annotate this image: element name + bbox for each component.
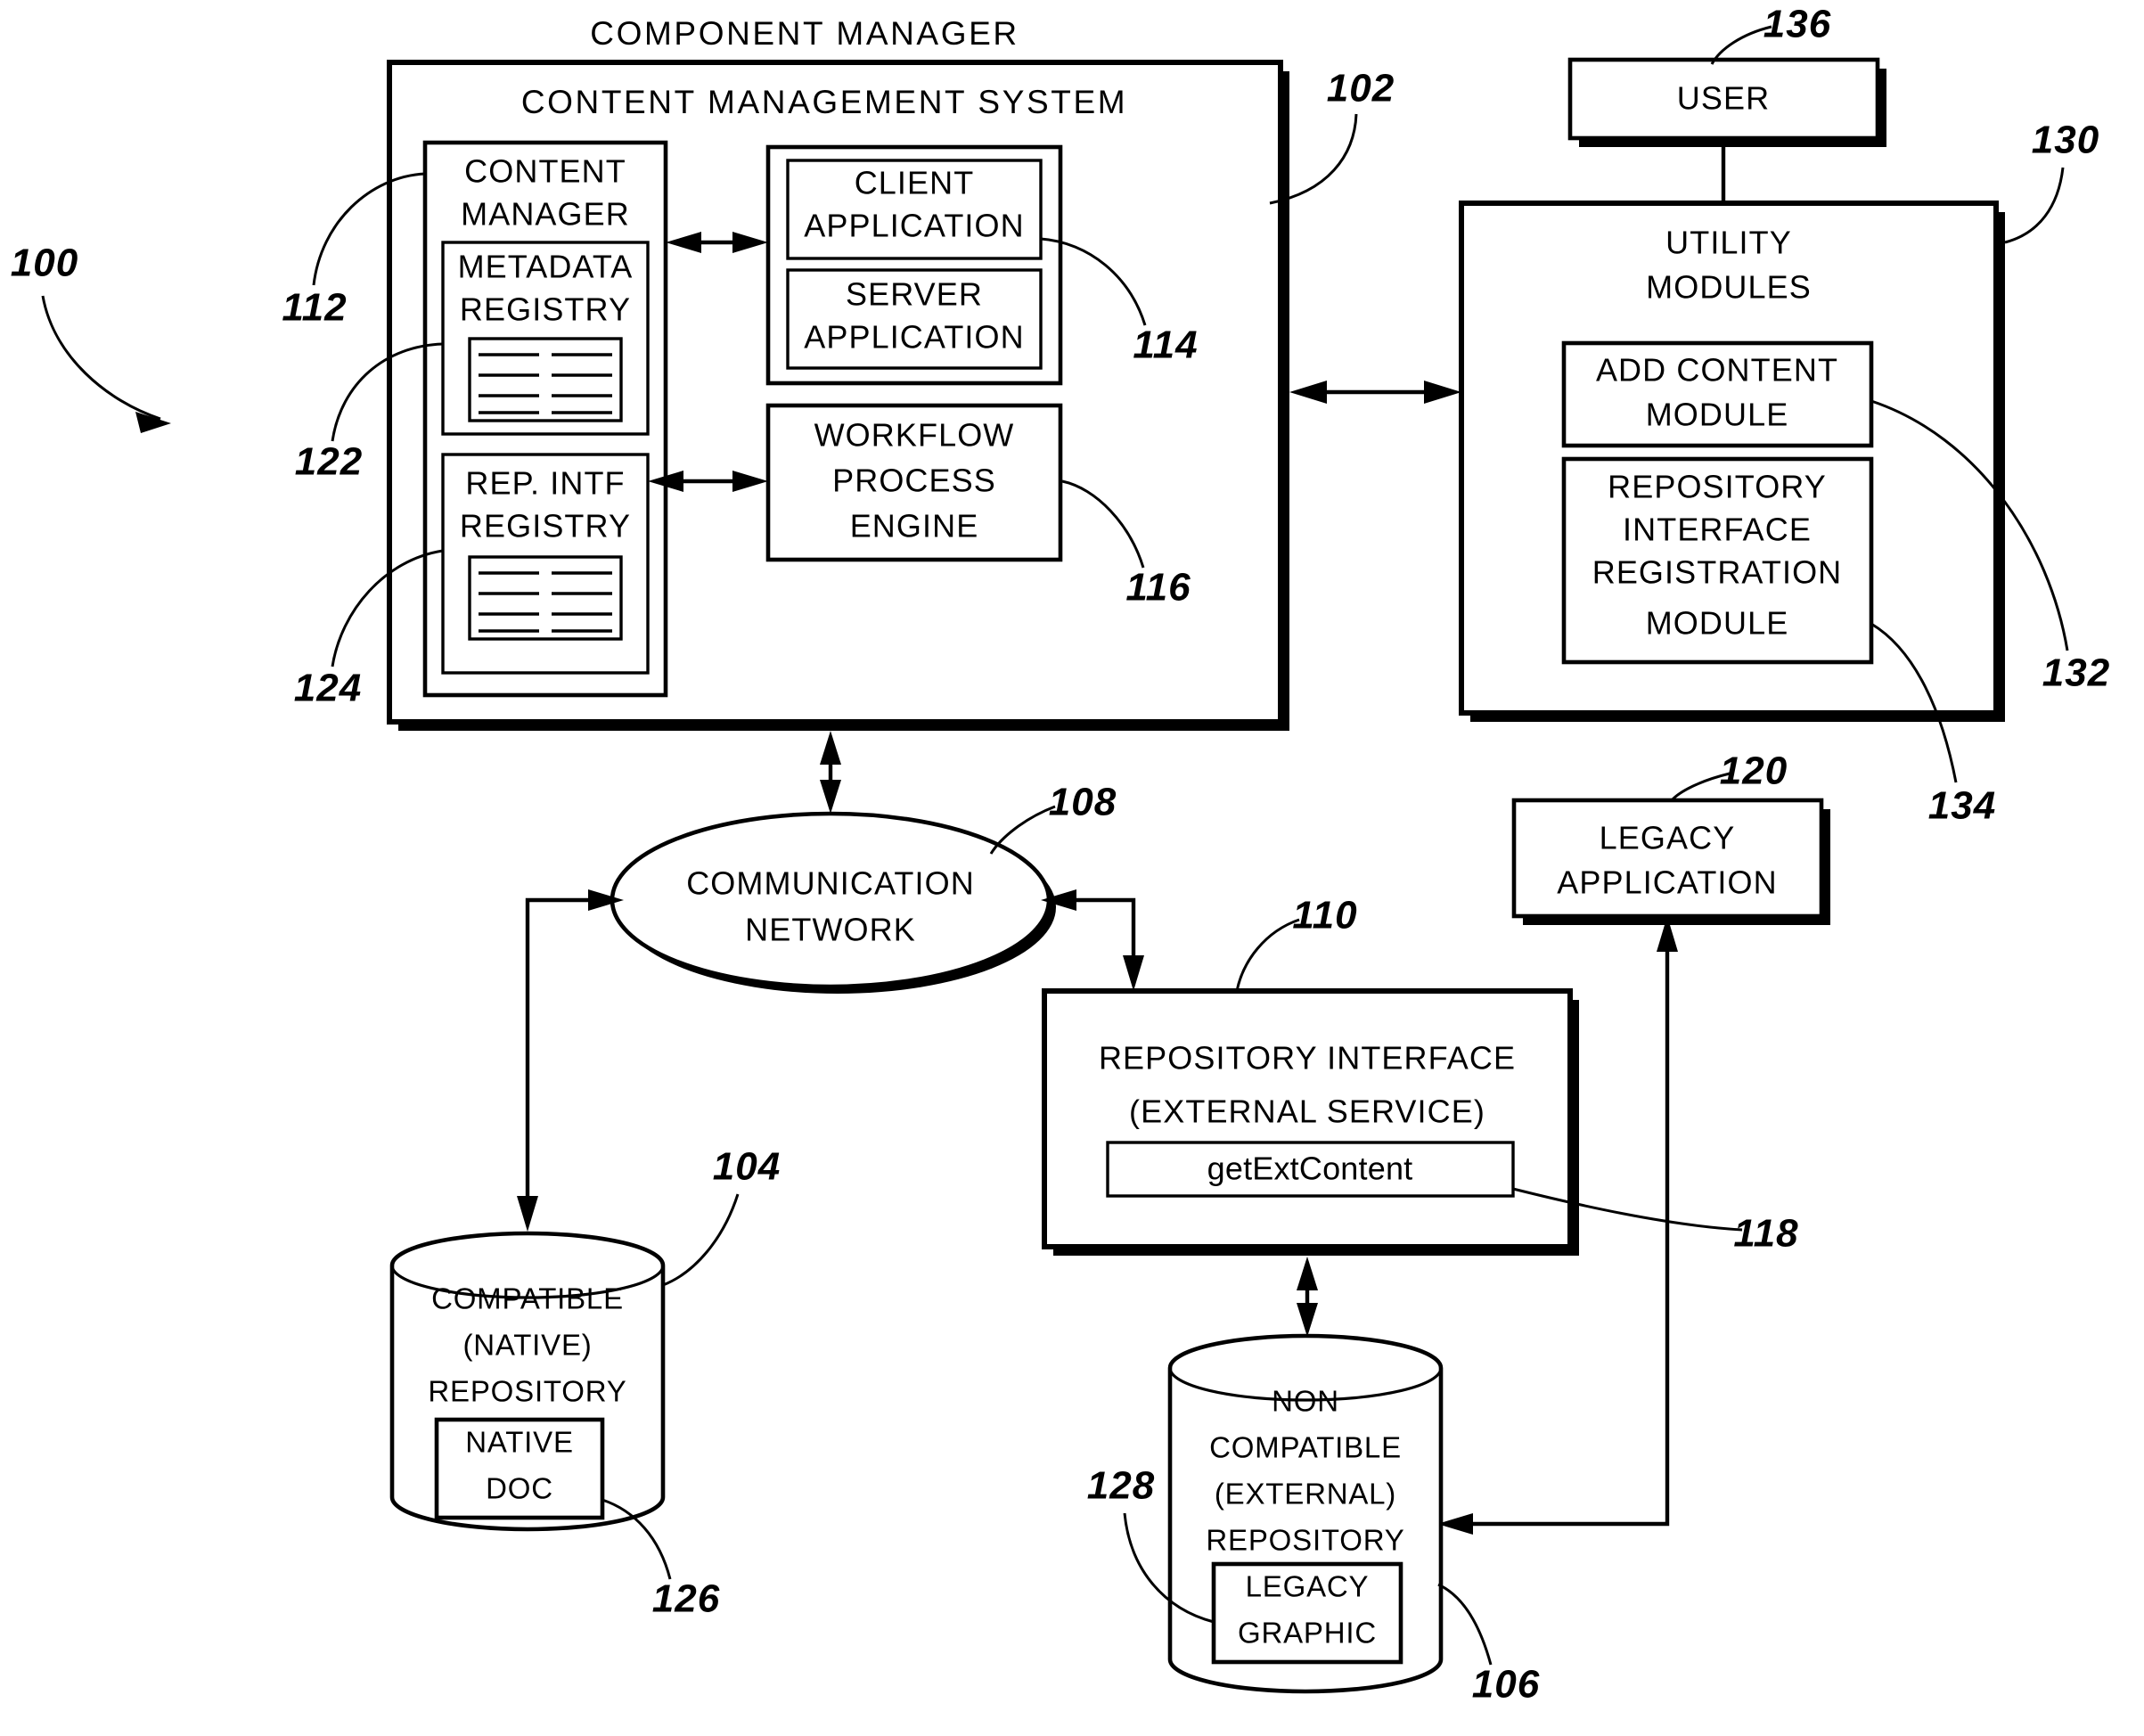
- ref-102-text: 102: [1327, 67, 1395, 111]
- ref-124-text: 124: [294, 667, 362, 710]
- communication-network-label-line1: COMMUNICATION: [686, 865, 975, 902]
- get-ext-content-label: getExtContent: [1207, 1151, 1413, 1187]
- rirm-label-line2: INTERFACE: [1623, 512, 1812, 548]
- native-doc-block: NATIVE DOC: [434, 1417, 605, 1520]
- ref-112-text: 112: [282, 286, 347, 330]
- user-block: USER: [1567, 57, 1886, 147]
- workflow-label-line2: PROCESS: [832, 463, 996, 499]
- legacy-application-block: LEGACY APPLICATION: [1511, 798, 1830, 925]
- noncompatible-repository-label-line1: NON: [1272, 1385, 1339, 1418]
- ref-116-text: 116: [1125, 566, 1191, 610]
- native-doc-label-line2: DOC: [486, 1472, 553, 1505]
- workflow-label-line1: WORKFLOW: [814, 417, 1015, 454]
- reference-numeral-136: 136: [1710, 3, 1831, 65]
- connector-cms-to-utility: [1289, 381, 1461, 404]
- legacy-graphic-label-line1: LEGACY: [1246, 1570, 1370, 1603]
- ref-106-text: 106: [1472, 1663, 1540, 1707]
- noncompatible-repository-cylinder: NON COMPATIBLE (EXTERNAL) REPOSITORY LEG…: [1167, 1333, 1444, 1694]
- metadata-registry-label-line2: REGISTRY: [460, 291, 631, 328]
- utility-modules-label-line1: UTILITY: [1665, 225, 1792, 261]
- patent-figure: COMPONENT MANAGER CONTENT MANAGEMENT SYS…: [0, 0, 2144, 1736]
- repository-interface-label-line2: (EXTERNAL SERVICE): [1129, 1093, 1485, 1130]
- noncompatible-repository-label-line4: REPOSITORY: [1206, 1524, 1404, 1557]
- ref-114-text: 114: [1133, 323, 1198, 367]
- rep-intf-registry-label-line1: REP. INTF: [465, 465, 625, 502]
- noncompatible-repository-label-line2: COMPATIBLE: [1209, 1431, 1402, 1464]
- ref-130-text: 130: [2032, 119, 2099, 162]
- metadata-registry-block: METADATA REGISTRY: [441, 241, 650, 436]
- workflow-process-engine-block: WORKFLOW PROCESS ENGINE: [765, 403, 1063, 562]
- ref-126-text: 126: [652, 1577, 720, 1621]
- utility-modules-block: UTILITY MODULES ADD CONTENT MODULE REPOS…: [1459, 201, 2005, 722]
- ref-122-text: 122: [295, 440, 363, 484]
- ref-134-text: 134: [1928, 784, 1996, 828]
- reference-numeral-106: 106: [1437, 1583, 1540, 1707]
- content-manager-label-line2: MANAGER: [461, 196, 630, 233]
- utility-modules-label-line2: MODULES: [1646, 269, 1812, 306]
- reference-numeral-108: 108: [989, 781, 1117, 855]
- compatible-repository-label-line2: (NATIVE): [462, 1329, 592, 1362]
- ref-132-text: 132: [2042, 651, 2110, 695]
- reference-numeral-100: 100: [11, 242, 171, 433]
- ref-120-text: 120: [1720, 749, 1788, 793]
- legacy-application-label-line1: LEGACY: [1600, 820, 1736, 856]
- noncompatible-repository-label-line3: (EXTERNAL): [1215, 1478, 1396, 1511]
- connector-repointf-to-noncompat: [1297, 1257, 1318, 1337]
- ref-118-text: 118: [1733, 1212, 1798, 1256]
- reference-numeral-104: 104: [662, 1145, 781, 1287]
- repository-interface-registration-module-block: REPOSITORY INTERFACE REGISTRATION MODULE: [1561, 456, 1874, 665]
- reference-numeral-130: 130: [2004, 119, 2099, 244]
- repository-interface-block: REPOSITORY INTERFACE (EXTERNAL SERVICE) …: [1042, 988, 1579, 1256]
- add-content-module-block: ADD CONTENT MODULE: [1561, 340, 1874, 448]
- ref-136-text: 136: [1763, 3, 1831, 46]
- repository-interface-label-line1: REPOSITORY INTERFACE: [1099, 1040, 1516, 1077]
- server-application-label-line1: SERVER: [846, 276, 983, 313]
- communication-network-node: COMMUNICATION NETWORK: [610, 811, 1056, 994]
- content-manager-label-line1: CONTENT: [464, 153, 626, 190]
- ref-108-text: 108: [1049, 781, 1117, 824]
- rep-intf-registry-block: REP. INTF REGISTRY: [441, 453, 650, 675]
- ref-104-text: 104: [713, 1145, 781, 1189]
- ref-100-text: 100: [11, 242, 78, 285]
- rirm-label-line3: REGISTRATION: [1592, 554, 1843, 591]
- client-application-label-line2: APPLICATION: [804, 208, 1025, 244]
- legacy-graphic-block: LEGACY GRAPHIC: [1211, 1561, 1403, 1665]
- rirm-label-line4: MODULE: [1646, 605, 1789, 642]
- add-content-module-label-line2: MODULE: [1646, 397, 1789, 433]
- ref-128-text: 128: [1087, 1464, 1155, 1508]
- connector-cms-to-network: [820, 731, 841, 814]
- workflow-label-line3: ENGINE: [850, 508, 979, 545]
- metadata-registry-label-line1: METADATA: [458, 249, 634, 285]
- compatible-repository-cylinder: COMPATIBLE (NATIVE) REPOSITORY NATIVE DO…: [389, 1231, 666, 1532]
- legacy-graphic-label-line2: GRAPHIC: [1238, 1617, 1377, 1650]
- ref-110-text: 110: [1292, 894, 1357, 938]
- compatible-repository-label-line3: REPOSITORY: [428, 1375, 626, 1408]
- connector-network-to-compatible-repo: [517, 889, 624, 1232]
- rep-intf-registry-label-line2: REGISTRY: [460, 508, 631, 545]
- server-application-label-line2: APPLICATION: [804, 319, 1025, 356]
- add-content-module-label-line1: ADD CONTENT: [1596, 352, 1838, 389]
- compatible-repository-label-line1: COMPATIBLE: [431, 1282, 624, 1315]
- reference-numeral-120: 120: [1670, 749, 1788, 802]
- reference-numeral-110: 110: [1235, 894, 1357, 992]
- cms-title: CONTENT MANAGEMENT SYSTEM: [521, 84, 1127, 120]
- content-manager-block: CONTENT MANAGER METADATA REGISTRY REP. I…: [422, 140, 668, 698]
- client-application-label-line1: CLIENT: [855, 165, 975, 201]
- rirm-label-line1: REPOSITORY: [1608, 469, 1827, 505]
- client-server-application-block: CLIENT APPLICATION SERVER APPLICATION: [765, 144, 1063, 386]
- figure-canvas: COMPONENT MANAGER CONTENT MANAGEMENT SYS…: [11, 3, 2110, 1707]
- legacy-application-label-line2: APPLICATION: [1557, 864, 1778, 901]
- native-doc-label-line1: NATIVE: [465, 1426, 574, 1459]
- user-label: USER: [1677, 80, 1770, 117]
- figure-title: COMPONENT MANAGER: [590, 15, 1019, 52]
- communication-network-label-line2: NETWORK: [745, 912, 916, 948]
- connector-network-to-repository-interface: [1041, 889, 1144, 991]
